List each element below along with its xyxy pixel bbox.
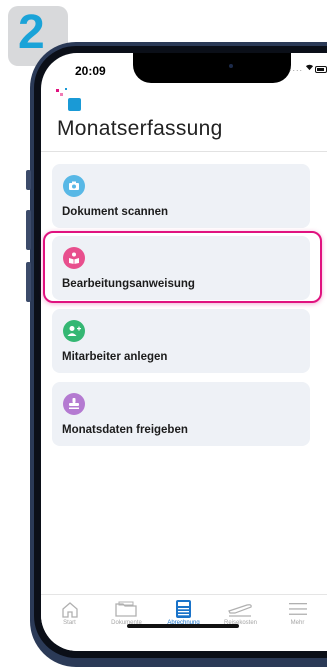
notch xyxy=(133,53,291,83)
action-label: Dokument scannen xyxy=(62,206,169,218)
tab-label: Mehr xyxy=(290,620,305,626)
app-logo-letter: L xyxy=(98,102,104,112)
calculator-icon xyxy=(176,600,191,618)
tab-label: Start xyxy=(63,620,76,626)
folder-icon xyxy=(115,601,137,617)
step-number: 2 xyxy=(18,6,45,59)
header-divider xyxy=(41,151,327,152)
stamp-icon xyxy=(63,393,85,415)
tab-mehr[interactable]: Mehr xyxy=(269,595,326,635)
camera-icon xyxy=(63,175,85,197)
tab-bar: Start Dokumente Abrechnung Reisekosten M… xyxy=(41,594,327,651)
menu-icon xyxy=(289,603,307,615)
add-user-icon xyxy=(63,320,85,342)
tab-abrechnung[interactable]: Abrechnung xyxy=(155,595,212,635)
wifi-icon xyxy=(305,64,314,71)
plane-icon xyxy=(228,604,252,617)
action-label: Mitarbeiter anlegen xyxy=(62,351,168,363)
volume-up-button xyxy=(26,210,31,250)
tab-start[interactable]: Start xyxy=(41,595,98,635)
phone-screen: 20:09 .... L Monatserfassung Dokument sc… xyxy=(41,53,327,651)
action-card-monatsdaten-freigeben[interactable]: Monatsdaten freigeben xyxy=(52,382,310,446)
mute-switch xyxy=(26,170,31,190)
battery-icon xyxy=(315,66,327,73)
status-time: 20:09 xyxy=(75,64,106,78)
app-logo-icon xyxy=(56,88,81,111)
action-card-dokument-scannen[interactable]: Dokument scannen xyxy=(52,164,310,228)
home-icon xyxy=(62,602,78,618)
signal-indicator: .... xyxy=(289,63,304,73)
highlight-bearbeitungsanweisung xyxy=(43,231,322,303)
action-label: Monatsdaten freigeben xyxy=(62,424,188,436)
action-card-mitarbeiter-anlegen[interactable]: Mitarbeiter anlegen xyxy=(52,309,310,373)
tab-reisekosten[interactable]: Reisekosten xyxy=(212,595,269,635)
home-indicator xyxy=(127,624,239,628)
tab-dokumente[interactable]: Dokumente xyxy=(98,595,155,635)
page-title: Monatserfassung xyxy=(57,117,223,140)
volume-down-button xyxy=(26,262,31,302)
front-camera xyxy=(229,64,233,68)
